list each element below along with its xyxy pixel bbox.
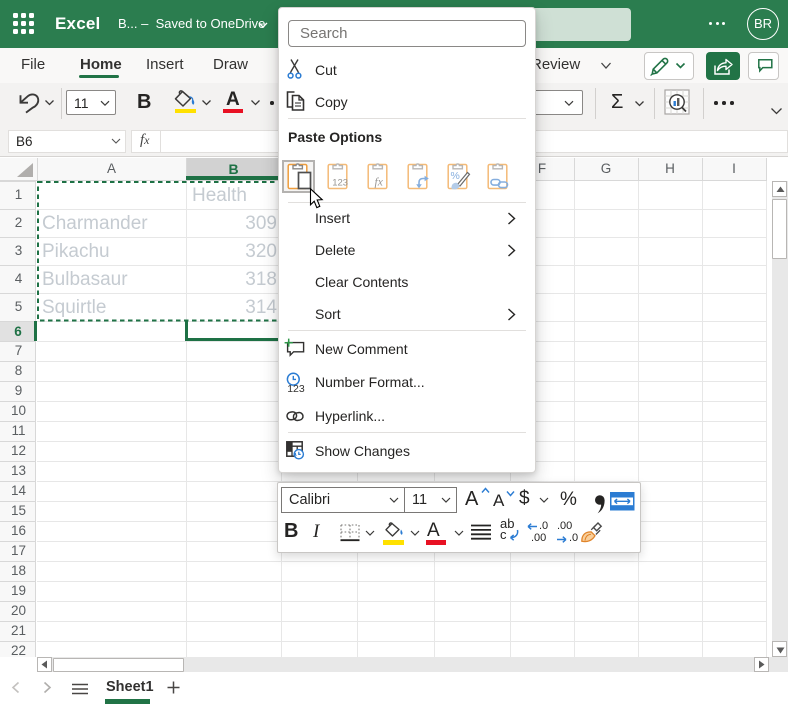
svg-text:123: 123 xyxy=(332,178,348,189)
svg-text:fx: fx xyxy=(374,177,383,189)
svg-text:123: 123 xyxy=(287,383,305,395)
svg-text:%: % xyxy=(450,170,459,182)
